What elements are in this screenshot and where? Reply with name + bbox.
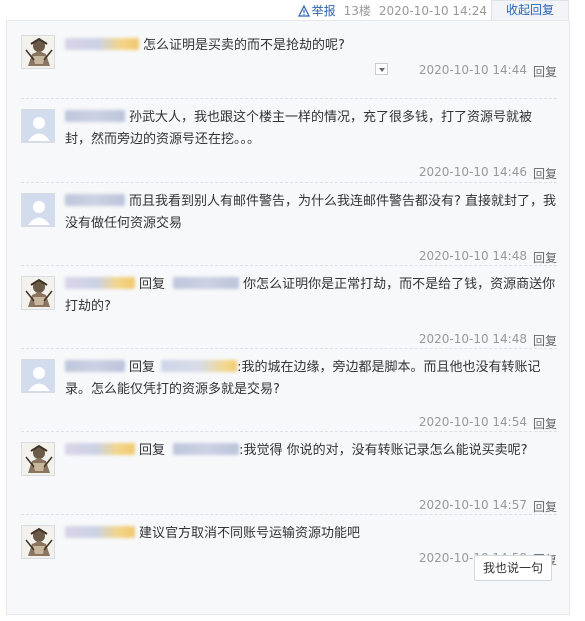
reply-footer: 2020-10-10 14:54 回复 xyxy=(419,415,557,432)
reply-body: 孙武大人，我也跟这个楼主一样的情况，充了很多钱，打了资源号就被封，然而旁边的资源… xyxy=(65,107,557,151)
list-item: 而且我看到别人有邮件警告，为什么我连邮件警告都没有? 直接就封了，我没有做任何资… xyxy=(21,183,557,266)
reply-time: 2020-10-10 14:48 xyxy=(418,332,527,346)
reply-prefix: 回复 xyxy=(139,443,166,458)
reply-body: 而且我看到别人有邮件警告，为什么我连邮件警告都没有? 直接就封了，我没有做任何资… xyxy=(65,191,557,235)
reply-body: 回复 :我觉得 你说的对，没有转账记录怎么能说买卖呢? xyxy=(65,440,557,462)
reply-footer: 2020-10-10 14:48 回复 xyxy=(419,332,557,349)
list-item: 回复 :我的城在边缘，旁边都是脚本。而且他也没有转账记录。怎么能仅凭打的资源多就… xyxy=(21,349,557,432)
reply-text: 怎么证明是买卖的而不是抢劫的呢? xyxy=(143,38,345,53)
reply-time: 2020-10-10 14:46 xyxy=(418,165,527,179)
reply-time: 2020-10-10 14:54 xyxy=(418,415,527,429)
reply-button[interactable]: 回复 xyxy=(533,498,557,515)
warrior-avatar-icon xyxy=(22,36,54,68)
mentioned-username[interactable] xyxy=(161,360,238,372)
avatar[interactable] xyxy=(21,525,55,559)
reply-button[interactable]: 回复 xyxy=(533,415,557,432)
add-reply-button[interactable]: 我也说一句 xyxy=(474,555,552,581)
post-meta: 举报 13楼 2020-10-10 14:24 xyxy=(297,2,487,19)
reply-footer: 2020-10-10 14:48 回复 xyxy=(419,249,557,266)
username[interactable] xyxy=(65,110,125,122)
username[interactable] xyxy=(65,194,125,206)
warrior-avatar-icon xyxy=(22,443,54,475)
default-user-icon xyxy=(22,110,54,142)
username[interactable] xyxy=(65,38,139,50)
username[interactable] xyxy=(65,360,125,372)
list-item: 回复 :我觉得 你说的对，没有转账记录怎么能说买卖呢? 2020-10-10 1… xyxy=(21,432,557,515)
username[interactable] xyxy=(65,277,135,289)
reply-text: 建议官方取消不同账号运输资源功能吧 xyxy=(139,526,361,541)
mentioned-username[interactable] xyxy=(173,443,240,455)
expand-dropdown[interactable] xyxy=(375,63,388,75)
reply-text: :我觉得 你说的对，没有转账记录怎么能说买卖呢? xyxy=(239,443,528,458)
avatar[interactable] xyxy=(21,359,55,393)
reply-panel: 怎么证明是买卖的而不是抢劫的呢? 2020-10-10 14:44 回复 孙武大… xyxy=(6,20,570,615)
default-user-icon xyxy=(22,360,54,392)
reply-time: 2020-10-10 14:57 xyxy=(418,498,527,512)
username[interactable] xyxy=(65,526,135,538)
avatar[interactable] xyxy=(21,276,55,310)
reply-footer: 2020-10-10 14:44 回复 xyxy=(419,63,557,80)
warrior-avatar-icon xyxy=(22,526,54,558)
list-item: 回复 你怎么证明你是正常打劫，而不是给了钱，资源商送你打劫的? 2020-10-… xyxy=(21,266,557,349)
avatar[interactable] xyxy=(21,193,55,227)
reply-button[interactable]: 回复 xyxy=(533,165,557,182)
reply-body: 建议官方取消不同账号运输资源功能吧 xyxy=(65,523,557,545)
list-item: 怎么证明是买卖的而不是抢劫的呢? 2020-10-10 14:44 回复 xyxy=(21,35,557,99)
reply-text: 而且我看到别人有邮件警告，为什么我连邮件警告都没有? 直接就封了，我没有做任何资… xyxy=(65,194,557,231)
report-link[interactable]: 举报 xyxy=(297,2,336,19)
post-meta-bar: 举报 13楼 2020-10-10 14:24 收起回复 xyxy=(0,0,585,20)
reply-body: 回复 :我的城在边缘，旁边都是脚本。而且他也没有转账记录。怎么能仅凭打的资源多就… xyxy=(65,357,557,401)
reply-prefix: 回复 xyxy=(129,360,156,375)
avatar[interactable] xyxy=(21,442,55,476)
reply-body: 怎么证明是买卖的而不是抢劫的呢? xyxy=(65,35,557,57)
mentioned-username[interactable] xyxy=(173,277,240,289)
reply-time: 2020-10-10 14:48 xyxy=(418,249,527,263)
floor-number: 13楼 xyxy=(343,4,371,18)
warrior-avatar-icon xyxy=(22,277,54,309)
reply-button[interactable]: 回复 xyxy=(533,249,557,266)
post-time: 2020-10-10 14:24 xyxy=(378,3,487,18)
reply-time: 2020-10-10 14:44 xyxy=(418,63,527,77)
username[interactable] xyxy=(65,443,135,455)
report-label: 举报 xyxy=(311,4,336,18)
reply-button[interactable]: 回复 xyxy=(533,332,557,349)
reply-prefix: 回复 xyxy=(139,277,166,292)
avatar[interactable] xyxy=(21,35,55,69)
default-user-icon xyxy=(22,194,54,226)
list-item: 孙武大人，我也跟这个楼主一样的情况，充了很多钱，打了资源号就被封，然而旁边的资源… xyxy=(21,99,557,183)
reply-body: 回复 你怎么证明你是正常打劫，而不是给了钱，资源商送你打劫的? xyxy=(65,274,557,318)
reply-footer: 2020-10-10 14:57 回复 xyxy=(419,498,557,515)
reply-button[interactable]: 回复 xyxy=(533,63,557,80)
collapse-replies-button[interactable]: 收起回复 xyxy=(491,0,569,20)
reply-footer: 2020-10-10 14:46 回复 xyxy=(419,165,557,182)
reply-text: 孙武大人，我也跟这个楼主一样的情况，充了很多钱，打了资源号就被封，然而旁边的资源… xyxy=(65,110,533,147)
avatar[interactable] xyxy=(21,109,55,143)
warning-icon xyxy=(297,4,310,17)
